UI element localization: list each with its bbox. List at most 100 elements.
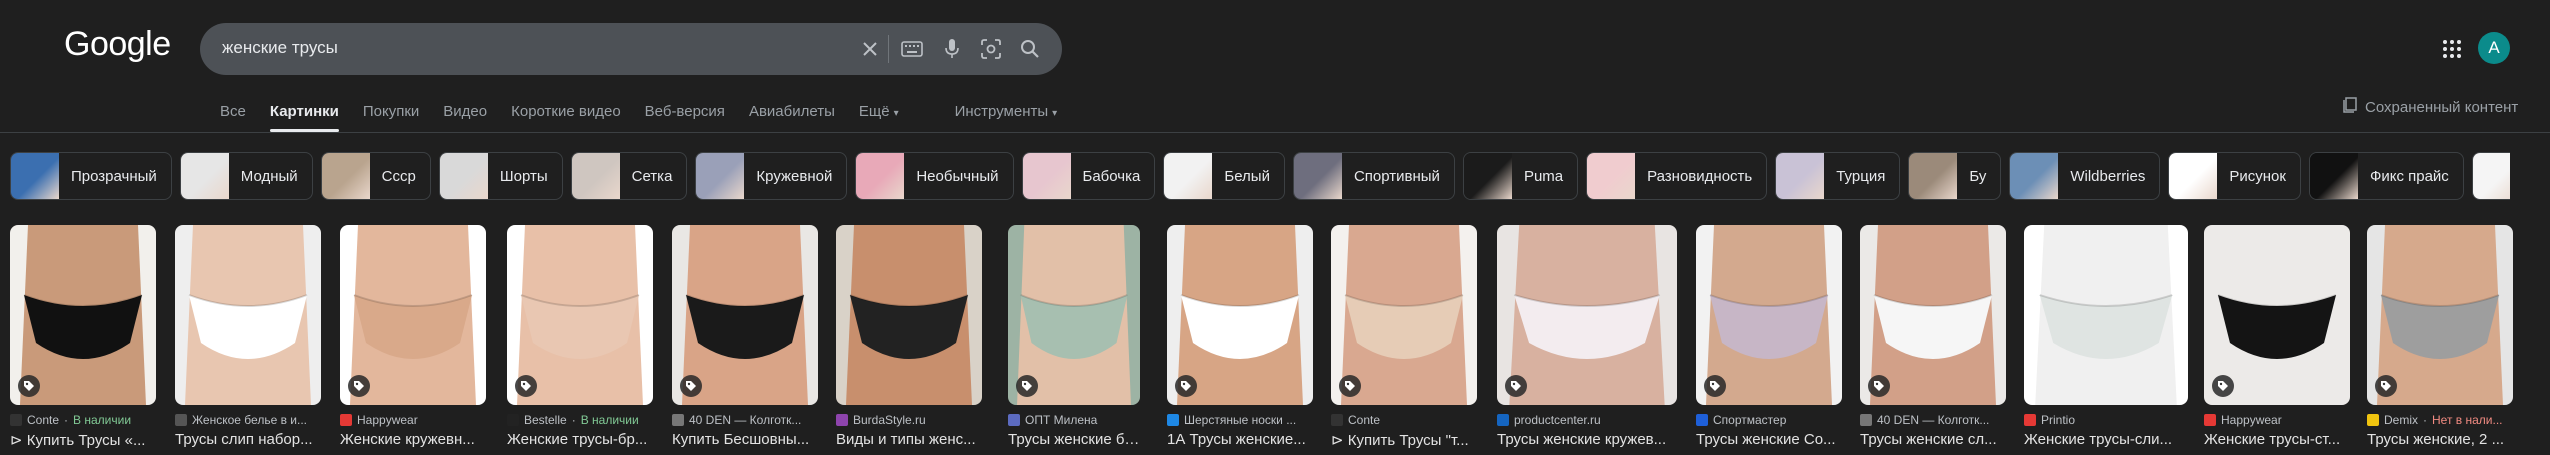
chip-thumbnail bbox=[696, 153, 745, 199]
chip-12[interactable]: Турция bbox=[1775, 152, 1901, 200]
tab-5[interactable]: Веб-версия bbox=[645, 100, 725, 130]
lens-icon[interactable] bbox=[979, 37, 1003, 61]
chip-16[interactable]: Фикс прайс bbox=[2308, 152, 2464, 200]
search-divider bbox=[888, 35, 889, 63]
result-thumbnail[interactable] bbox=[175, 225, 321, 405]
result-title[interactable]: ⊳ Купить Трусы «... bbox=[10, 431, 156, 449]
result-thumbnail[interactable] bbox=[2024, 225, 2188, 405]
chip-label: Фикс прайс bbox=[2369, 167, 2449, 185]
result-title[interactable]: Купить Бесшовны... bbox=[672, 431, 818, 448]
chip-1[interactable]: Модный bbox=[179, 152, 313, 200]
chip-9[interactable]: Спортивный bbox=[1292, 152, 1455, 200]
result-thumbnail[interactable] bbox=[1860, 225, 2006, 405]
result-title[interactable]: Трусы женские сл... bbox=[1860, 431, 2006, 448]
result-source[interactable]: Happywear bbox=[2204, 413, 2350, 427]
chip-3[interactable]: Шорты bbox=[438, 152, 563, 200]
chip-4[interactable]: Сетка bbox=[570, 152, 688, 200]
result-title[interactable]: Трусы женские кружев... bbox=[1497, 431, 1677, 448]
tab-4[interactable]: Короткие видео bbox=[511, 100, 621, 130]
result-source[interactable]: Спортмастер bbox=[1696, 413, 1842, 427]
chip-10[interactable]: Puma bbox=[1462, 152, 1579, 200]
chip-13[interactable]: Бу bbox=[1908, 152, 2002, 200]
chip-thumbnail bbox=[180, 153, 229, 199]
result-source[interactable]: Bestelle · В наличии bbox=[507, 413, 653, 427]
chip-label: Сетка bbox=[631, 167, 673, 185]
result-title[interactable]: Трусы женские Co... bbox=[1696, 431, 1842, 448]
result-title[interactable]: Женские трусы-бр... bbox=[507, 431, 653, 448]
apps-icon[interactable] bbox=[2440, 37, 2464, 61]
chip-label: Модный bbox=[240, 167, 298, 185]
result-thumbnail[interactable] bbox=[672, 225, 818, 405]
shopping-tag-icon bbox=[18, 375, 40, 397]
result-thumbnail[interactable] bbox=[1696, 225, 1842, 405]
chip-thumbnail bbox=[2010, 153, 2059, 199]
chip-0[interactable]: Прозрачный bbox=[10, 152, 172, 200]
site-favicon-icon bbox=[1860, 414, 1872, 426]
source-name: 40 DEN — Колготк... bbox=[1877, 413, 1990, 427]
shopping-tag-icon bbox=[348, 375, 370, 397]
close-icon[interactable] bbox=[858, 37, 882, 61]
result-title[interactable]: Трусы слип набор... bbox=[175, 431, 321, 448]
chip-7[interactable]: Бабочка bbox=[1021, 152, 1156, 200]
chip-14[interactable]: Wildberries bbox=[2009, 152, 2161, 200]
availability-label: В наличии bbox=[580, 413, 639, 427]
search-input[interactable]: женские трусы bbox=[222, 38, 338, 58]
result-source[interactable]: productcenter.ru bbox=[1497, 413, 1677, 427]
result-source[interactable]: Conte · В наличии bbox=[10, 413, 156, 427]
result-source[interactable]: 40 DEN — Колготк... bbox=[672, 413, 818, 427]
result-source[interactable]: ОПТ Милена bbox=[1008, 413, 1140, 427]
tab-3[interactable]: Видео bbox=[443, 100, 487, 130]
shopping-tag-icon bbox=[680, 375, 702, 397]
result-thumbnail[interactable] bbox=[1008, 225, 1140, 405]
result-source[interactable]: Happywear bbox=[340, 413, 486, 427]
result-title[interactable]: Женские трусы-ст... bbox=[2204, 431, 2350, 448]
chip-17[interactable]: Ві bbox=[2471, 152, 2510, 200]
search-icon[interactable] bbox=[1018, 37, 1042, 61]
result-thumbnail[interactable] bbox=[1497, 225, 1677, 405]
result-thumbnail[interactable] bbox=[2367, 225, 2513, 405]
result-source[interactable]: Demix · Нет в нали... bbox=[2367, 413, 2513, 427]
tab-7[interactable]: Ещё ▾ bbox=[859, 100, 899, 130]
site-favicon-icon bbox=[1331, 414, 1343, 426]
result-thumbnail[interactable] bbox=[507, 225, 653, 405]
tab-1[interactable]: Картинки bbox=[269, 100, 339, 132]
result-title[interactable]: Трусы женские, 2 ... bbox=[2367, 431, 2513, 448]
chip-5[interactable]: Кружевной bbox=[695, 152, 848, 200]
tab-8[interactable]: Инструменты ▾ bbox=[955, 100, 1058, 130]
google-logo[interactable]: Google bbox=[64, 25, 171, 64]
result-title[interactable]: Женские кружевн... bbox=[340, 431, 486, 448]
result-title[interactable]: 1А Трусы женские... bbox=[1167, 431, 1313, 448]
result-title-text: Женские трусы-бр... bbox=[507, 431, 648, 448]
result-thumbnail[interactable] bbox=[1167, 225, 1313, 405]
result-title[interactable]: Виды и типы женс... bbox=[836, 431, 982, 448]
result-thumbnail[interactable] bbox=[10, 225, 156, 405]
result-source[interactable]: Женское белье в и... bbox=[175, 413, 321, 427]
chip-15[interactable]: Рисунок bbox=[2168, 152, 2301, 200]
result-source[interactable]: Conte bbox=[1331, 413, 1477, 427]
result-title[interactable]: Трусы женские бе... bbox=[1008, 431, 1140, 448]
result-thumbnail[interactable] bbox=[1331, 225, 1477, 405]
mic-icon[interactable] bbox=[940, 37, 964, 61]
result-thumbnail[interactable] bbox=[340, 225, 486, 405]
result-title[interactable]: ⊳ Купить Трусы "т... bbox=[1331, 431, 1477, 449]
result-source[interactable]: Printio bbox=[2024, 413, 2188, 427]
result-thumbnail[interactable] bbox=[2204, 225, 2350, 405]
chip-11[interactable]: Разновидность bbox=[1586, 152, 1768, 200]
keyboard-icon[interactable] bbox=[900, 37, 924, 61]
chip-2[interactable]: Ссср bbox=[320, 152, 431, 200]
result-source[interactable]: BurdaStyle.ru bbox=[836, 413, 982, 427]
source-name: ОПТ Милена bbox=[1025, 413, 1098, 427]
avatar[interactable]: A bbox=[2478, 32, 2510, 64]
tab-6[interactable]: Авиабилеты bbox=[749, 100, 835, 130]
chip-thumbnail bbox=[11, 153, 59, 199]
chip-6[interactable]: Необычный bbox=[855, 152, 1014, 200]
chip-8[interactable]: Белый bbox=[1163, 152, 1285, 200]
result-source[interactable]: 40 DEN — Колготк... bbox=[1860, 413, 2006, 427]
tab-0[interactable]: Все bbox=[220, 100, 246, 130]
tab-2[interactable]: Покупки bbox=[363, 100, 419, 130]
result-source[interactable]: Шерстяные носки ... bbox=[1167, 413, 1313, 427]
result-thumbnail[interactable] bbox=[836, 225, 982, 405]
saved-content-link[interactable]: Сохраненный контент bbox=[2343, 97, 2518, 117]
result-title[interactable]: Женские трусы-сли... bbox=[2024, 431, 2188, 448]
search-box[interactable]: женские трусы bbox=[200, 23, 1062, 75]
